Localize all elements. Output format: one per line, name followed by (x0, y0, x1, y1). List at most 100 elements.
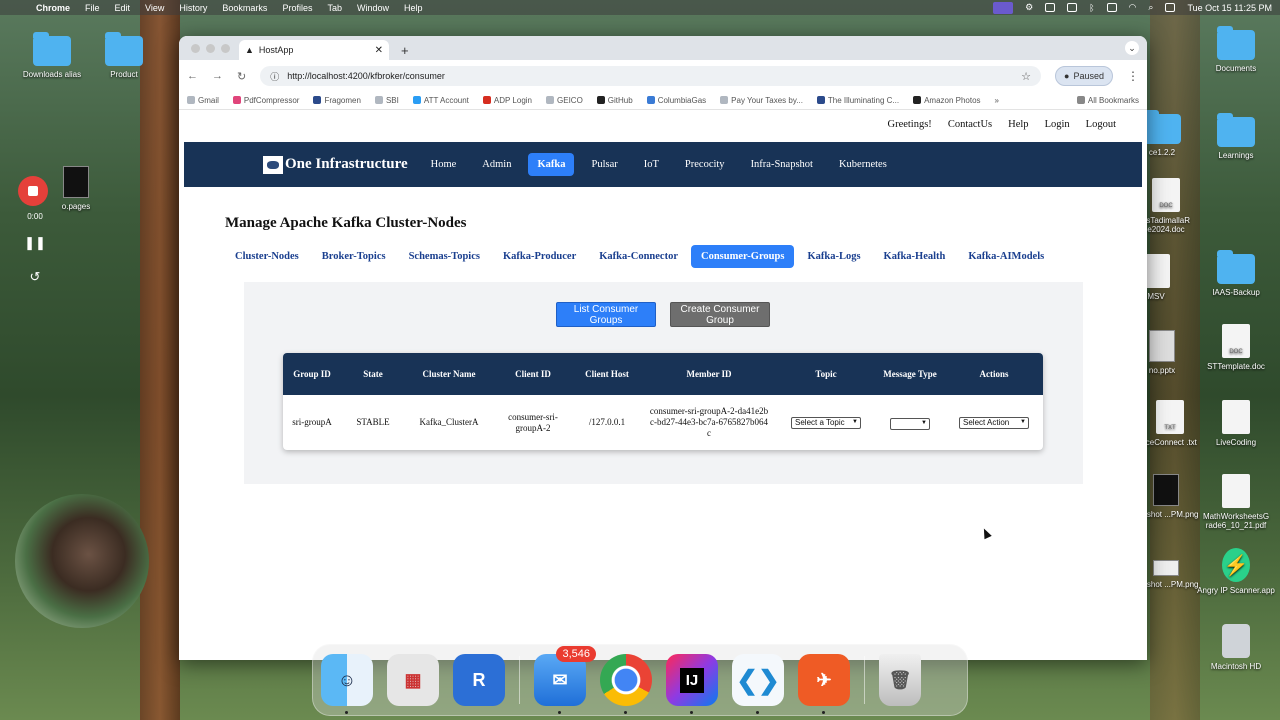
dock-postman-icon[interactable]: ✈ (798, 654, 850, 714)
tab-kafka-producer[interactable]: Kafka-Producer (493, 245, 586, 268)
dock-finder-icon[interactable]: ☺ (321, 654, 373, 714)
nav-infra-snapshot[interactable]: Infra-Snapshot (742, 153, 822, 176)
desktop-icon-angry-ip[interactable]: ⚡ Angry IP Scanner.app (1196, 548, 1276, 595)
tab-consumer-groups[interactable]: Consumer-Groups (691, 245, 795, 268)
menubar-file[interactable]: File (85, 3, 100, 13)
settings-icon[interactable]: ⚙ (1025, 2, 1033, 13)
dock-vscode-icon[interactable]: ❮❯ (732, 654, 784, 714)
control-center-icon[interactable] (1165, 3, 1176, 12)
bookmark-adp[interactable]: ADP Login (482, 96, 532, 105)
dock-trash-icon[interactable]: 🗑 (879, 654, 921, 706)
display-icon[interactable] (1045, 3, 1056, 12)
restart-icon[interactable]: ↺ (18, 269, 52, 285)
desktop-icon-product[interactable]: Product (84, 32, 164, 79)
list-consumer-groups-button[interactable]: List Consumer Groups (556, 302, 656, 327)
bookmark-fragomen[interactable]: Fragomen (313, 96, 361, 105)
maximize-window-button[interactable] (221, 44, 230, 53)
address-bar[interactable]: ⓘ http://localhost:4200/kfbroker/consume… (260, 66, 1042, 86)
minimize-window-button[interactable] (206, 44, 215, 53)
desktop-icon-iaas-backup[interactable]: IAAS-Backup (1196, 250, 1276, 297)
nav-home[interactable]: Home (422, 153, 466, 176)
nav-precocity[interactable]: Precocity (676, 153, 734, 176)
all-bookmarks[interactable]: All Bookmarks (1076, 96, 1139, 105)
link-help[interactable]: Help (1008, 119, 1028, 130)
dock-mail-icon[interactable]: ✉ 3,546 (534, 646, 596, 714)
close-window-button[interactable] (191, 44, 200, 53)
pause-icon[interactable]: ❚❚ (18, 235, 52, 251)
message-type-select[interactable]: ▼ (890, 417, 930, 430)
create-consumer-group-button[interactable]: Create Consumer Group (670, 302, 770, 327)
bookmark-gmail[interactable]: Gmail (187, 96, 219, 105)
desktop-icon-math-pdf[interactable]: MathWorksheetsG rade6_10_21.pdf (1196, 474, 1276, 530)
menubar-edit[interactable]: Edit (115, 3, 131, 13)
folder-icon (33, 32, 71, 66)
bookmark-star-icon[interactable]: ☆ (1021, 70, 1031, 83)
nav-iot[interactable]: IoT (635, 153, 668, 176)
bookmark-illuminating[interactable]: The Illuminating C... (816, 96, 899, 105)
dock-launchpad-icon[interactable]: ▦ (387, 654, 439, 706)
search-icon[interactable]: ⌕ (1148, 2, 1153, 13)
menubar-profiles[interactable]: Profiles (282, 3, 312, 13)
bookmark-pdfcompressor[interactable]: PdfCompressor (232, 96, 299, 105)
screen-record-icon[interactable] (993, 1, 1014, 14)
bookmark-att[interactable]: ATT Account (412, 96, 469, 105)
forward-icon[interactable]: → (212, 70, 223, 82)
bookmark-amazon-photos[interactable]: Amazon Photos (913, 96, 981, 105)
menubar-help[interactable]: Help (404, 3, 423, 13)
desktop-icon-livecoding[interactable]: LiveCoding (1196, 400, 1276, 447)
tab-search-icon[interactable]: ⌄ (1125, 41, 1139, 55)
dock-intellij-icon[interactable]: IJ (666, 654, 718, 714)
nav-kubernetes[interactable]: Kubernetes (830, 153, 896, 176)
back-icon[interactable]: ← (187, 70, 198, 82)
tab-kafka-logs[interactable]: Kafka-Logs (797, 245, 870, 268)
menubar-datetime[interactable]: Tue Oct 15 11:25 PM (1187, 3, 1272, 13)
desktop-icon-sttemplate[interactable]: DOC STTemplate.doc (1196, 324, 1276, 371)
car-icon[interactable] (1067, 3, 1078, 12)
bookmark-pay-taxes[interactable]: Pay Your Taxes by... (720, 96, 803, 105)
link-login[interactable]: Login (1045, 119, 1070, 130)
reload-icon[interactable]: ↻ (237, 70, 246, 83)
wifi-icon[interactable]: ◠ (1129, 2, 1137, 13)
tab-kafka-aimodels[interactable]: Kafka-AIModels (958, 245, 1054, 268)
desktop-icon-learnings[interactable]: Learnings (1196, 113, 1276, 160)
nav-pulsar[interactable]: Pulsar (582, 153, 626, 176)
dock-vnc-icon[interactable]: R (453, 654, 505, 706)
more-menu-icon[interactable]: ⋮ (1127, 69, 1139, 83)
menubar-view[interactable]: View (145, 3, 164, 13)
new-tab-button[interactable]: + (401, 40, 409, 60)
topic-select[interactable]: Select a Topic ▼ (791, 416, 861, 429)
bookmarks-overflow-icon[interactable]: » (995, 96, 999, 105)
menubar-tab[interactable]: Tab (327, 3, 342, 13)
desktop-icon-downloads[interactable]: Downloads alias (12, 32, 92, 79)
desktop-icon-documents[interactable]: Documents (1196, 26, 1276, 73)
stop-record-button[interactable] (18, 176, 48, 206)
bookmark-columbiagas[interactable]: ColumbiaGas (646, 96, 706, 105)
bookmark-geico[interactable]: GEICO (546, 96, 583, 105)
menubar-app-name[interactable]: Chrome (36, 3, 70, 13)
link-greetings[interactable]: Greetings! (887, 119, 931, 130)
site-info-icon[interactable]: ⓘ (270, 70, 279, 83)
link-logout[interactable]: Logout (1086, 119, 1116, 130)
menubar-bookmarks[interactable]: Bookmarks (222, 3, 267, 13)
bluetooth-icon[interactable]: ᛒ (1089, 3, 1094, 13)
desktop-icon-macintosh-hd[interactable]: Macintosh HD (1196, 624, 1276, 671)
bookmark-sbi[interactable]: SBI (374, 96, 399, 105)
profile-paused-button[interactable]: ● Paused (1055, 66, 1113, 86)
nav-admin[interactable]: Admin (473, 153, 520, 176)
close-tab-icon[interactable]: ✕ (375, 45, 383, 56)
action-select[interactable]: Select Action ▼ (959, 416, 1029, 429)
menubar-history[interactable]: History (179, 3, 207, 13)
battery-icon[interactable] (1106, 3, 1117, 12)
brand[interactable]: One Infrastructure (263, 155, 408, 174)
link-contactus[interactable]: ContactUs (948, 119, 992, 130)
bookmark-github[interactable]: GitHub (596, 96, 633, 105)
tab-cluster-nodes[interactable]: Cluster-Nodes (225, 245, 309, 268)
tab-kafka-connector[interactable]: Kafka-Connector (589, 245, 688, 268)
dock-chrome-icon[interactable] (600, 654, 652, 714)
tab-kafka-health[interactable]: Kafka-Health (874, 245, 956, 268)
menubar-window[interactable]: Window (357, 3, 389, 13)
tab-schemas-topics[interactable]: Schemas-Topics (399, 245, 490, 268)
tab-broker-topics[interactable]: Broker-Topics (312, 245, 396, 268)
tab-hostapp[interactable]: ▲ HostApp ✕ (239, 40, 389, 60)
nav-kafka[interactable]: Kafka (528, 153, 575, 176)
